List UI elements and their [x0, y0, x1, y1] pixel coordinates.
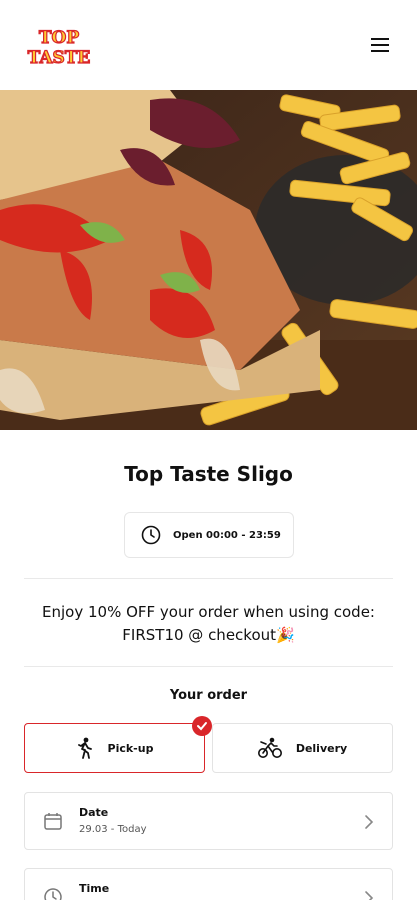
hero-food-photo: [0, 90, 417, 430]
divider: [24, 578, 393, 579]
walking-person-icon: [77, 737, 92, 759]
top-taste-logo[interactable]: TOP TASTE: [26, 26, 92, 68]
pickup-option-button[interactable]: Pick-up: [24, 716, 212, 773]
time-title: Time: [79, 882, 110, 895]
hamburger-menu-icon[interactable]: [369, 36, 391, 54]
date-title: Date: [79, 806, 109, 819]
svg-text:TOP: TOP: [39, 28, 79, 48]
time-selector[interactable]: Time: [24, 868, 393, 900]
promo-line-2: FIRST10 @ checkout🎉: [30, 624, 387, 647]
delivery-option-button[interactable]: Delivery: [212, 723, 393, 773]
divider: [24, 666, 393, 667]
selected-check-icon: [192, 716, 212, 736]
promo-banner: Enjoy 10% OFF your order when using code…: [30, 601, 387, 647]
opening-hours-badge: Open 00:00 - 23:59: [124, 512, 294, 558]
calendar-icon: [44, 813, 62, 830]
store-name: Top Taste Sligo: [124, 462, 293, 486]
chevron-right-icon: [365, 891, 374, 900]
svg-text:TASTE: TASTE: [28, 48, 91, 68]
clock-icon: [44, 888, 62, 900]
delivery-label: Delivery: [295, 741, 348, 755]
date-value: 29.03 - Today: [79, 824, 147, 835]
opening-hours-text: Open 00:00 - 23:59: [173, 529, 281, 541]
top-bar: TOP TASTE: [0, 0, 417, 90]
pickup-label: Pick-up: [107, 741, 154, 755]
date-selector[interactable]: Date 29.03 - Today: [24, 792, 393, 850]
promo-code-text: FIRST10 @ checkout: [122, 626, 277, 644]
chevron-right-icon: [365, 815, 374, 829]
promo-line-1: Enjoy 10% OFF your order when using code…: [42, 603, 375, 621]
cyclist-icon: [257, 737, 282, 758]
party-popper-icon: 🎉: [276, 626, 295, 644]
clock-icon: [141, 525, 161, 545]
your-order-heading: Your order: [169, 688, 248, 703]
